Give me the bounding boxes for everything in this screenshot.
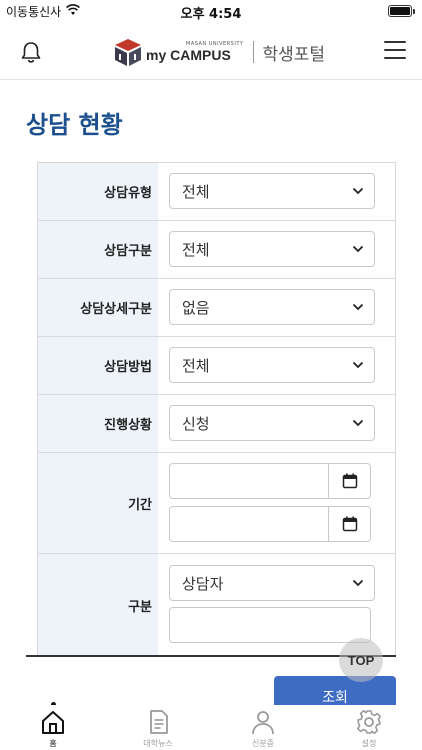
form-row-detail: 상담상세구분 없음	[38, 279, 395, 337]
search-form: 상담유형 전체 상담구분 전체 상담상세구분 없음 상담방법 전체 진행상황 신…	[37, 162, 396, 656]
scroll-top-button[interactable]: TOP	[339, 638, 383, 682]
type-label: 상담유형	[38, 163, 158, 220]
tab-settings[interactable]: 설정	[334, 709, 404, 749]
period-label: 기간	[38, 453, 158, 553]
status-label: 진행상황	[38, 395, 158, 452]
search-button[interactable]: 조회	[274, 676, 396, 706]
status-bar: 이동통신사 오후 4:54	[0, 0, 422, 24]
keyword-input[interactable]	[169, 607, 371, 643]
form-row-type: 상담유형 전체	[38, 163, 395, 221]
tab-settings-label: 설정	[361, 739, 377, 748]
bottom-tab-bar: 홈 대학뉴스 신분증 설정	[0, 705, 422, 750]
division-select[interactable]: 상담자	[169, 565, 375, 601]
detail-select[interactable]: 없음	[169, 289, 375, 325]
logo-campus-text: my CAMPUS	[146, 47, 231, 63]
tab-news[interactable]: 대학뉴스	[123, 709, 193, 749]
calendar-button[interactable]	[328, 507, 370, 541]
calendar-icon	[342, 516, 357, 532]
method-select[interactable]: 전체	[169, 347, 375, 383]
chevron-down-icon	[352, 579, 364, 587]
battery-icon	[388, 5, 415, 17]
bell-icon[interactable]	[20, 40, 42, 64]
detail-select-value: 없음	[182, 298, 210, 317]
clock: 오후 4:54	[180, 7, 242, 22]
logo-divider	[253, 41, 255, 63]
chevron-down-icon	[352, 187, 364, 195]
type-select-value: 전체	[182, 182, 210, 201]
status-select[interactable]: 신청	[169, 405, 375, 441]
status-select-value: 신청	[182, 414, 210, 433]
method-select-value: 전체	[182, 356, 210, 375]
chevron-down-icon	[352, 419, 364, 427]
period-end-date[interactable]	[169, 506, 371, 542]
settings-icon	[357, 710, 381, 734]
home-icon	[42, 711, 64, 734]
chevron-down-icon	[352, 245, 364, 253]
tab-home-label: 홈	[49, 739, 57, 748]
app-header: MASAN UNIVERSITY my CAMPUS 학생포털	[0, 24, 422, 80]
division-select-value: 상담자	[182, 574, 224, 593]
detail-label: 상담상세구분	[38, 279, 158, 336]
chevron-down-icon	[352, 361, 364, 369]
page-title: 상담 현황	[26, 111, 123, 139]
logo-mark-icon	[115, 39, 141, 66]
form-row-category: 상담구분 전체	[38, 221, 395, 279]
form-row-division: 구분 상담자	[38, 554, 395, 656]
category-select-value: 전체	[182, 240, 210, 259]
news-icon	[150, 710, 168, 734]
method-label: 상담방법	[38, 337, 158, 394]
category-label: 상담구분	[38, 221, 158, 278]
id-card-icon	[252, 711, 274, 735]
hamburger-menu-icon[interactable]	[384, 41, 406, 61]
tab-id-card-label: 신분증	[251, 739, 275, 748]
mycampus-logo[interactable]: MASAN UNIVERSITY my CAMPUS 학생포털	[114, 35, 325, 69]
chevron-down-icon	[352, 303, 364, 311]
division-label: 구분	[38, 554, 158, 656]
calendar-icon	[342, 473, 357, 489]
type-select[interactable]: 전체	[169, 173, 375, 209]
tab-id-card[interactable]: 신분증	[228, 709, 298, 749]
form-row-period: 기간	[38, 453, 395, 554]
portal-label: 학생포털	[262, 44, 325, 65]
form-row-status: 진행상황 신청	[38, 395, 395, 453]
tab-home[interactable]: 홈	[18, 709, 88, 749]
form-row-method: 상담방법 전체	[38, 337, 395, 395]
tab-news-label: 대학뉴스	[143, 739, 173, 748]
period-start-date[interactable]	[169, 463, 371, 499]
category-select[interactable]: 전체	[169, 231, 375, 267]
calendar-button[interactable]	[328, 464, 370, 498]
